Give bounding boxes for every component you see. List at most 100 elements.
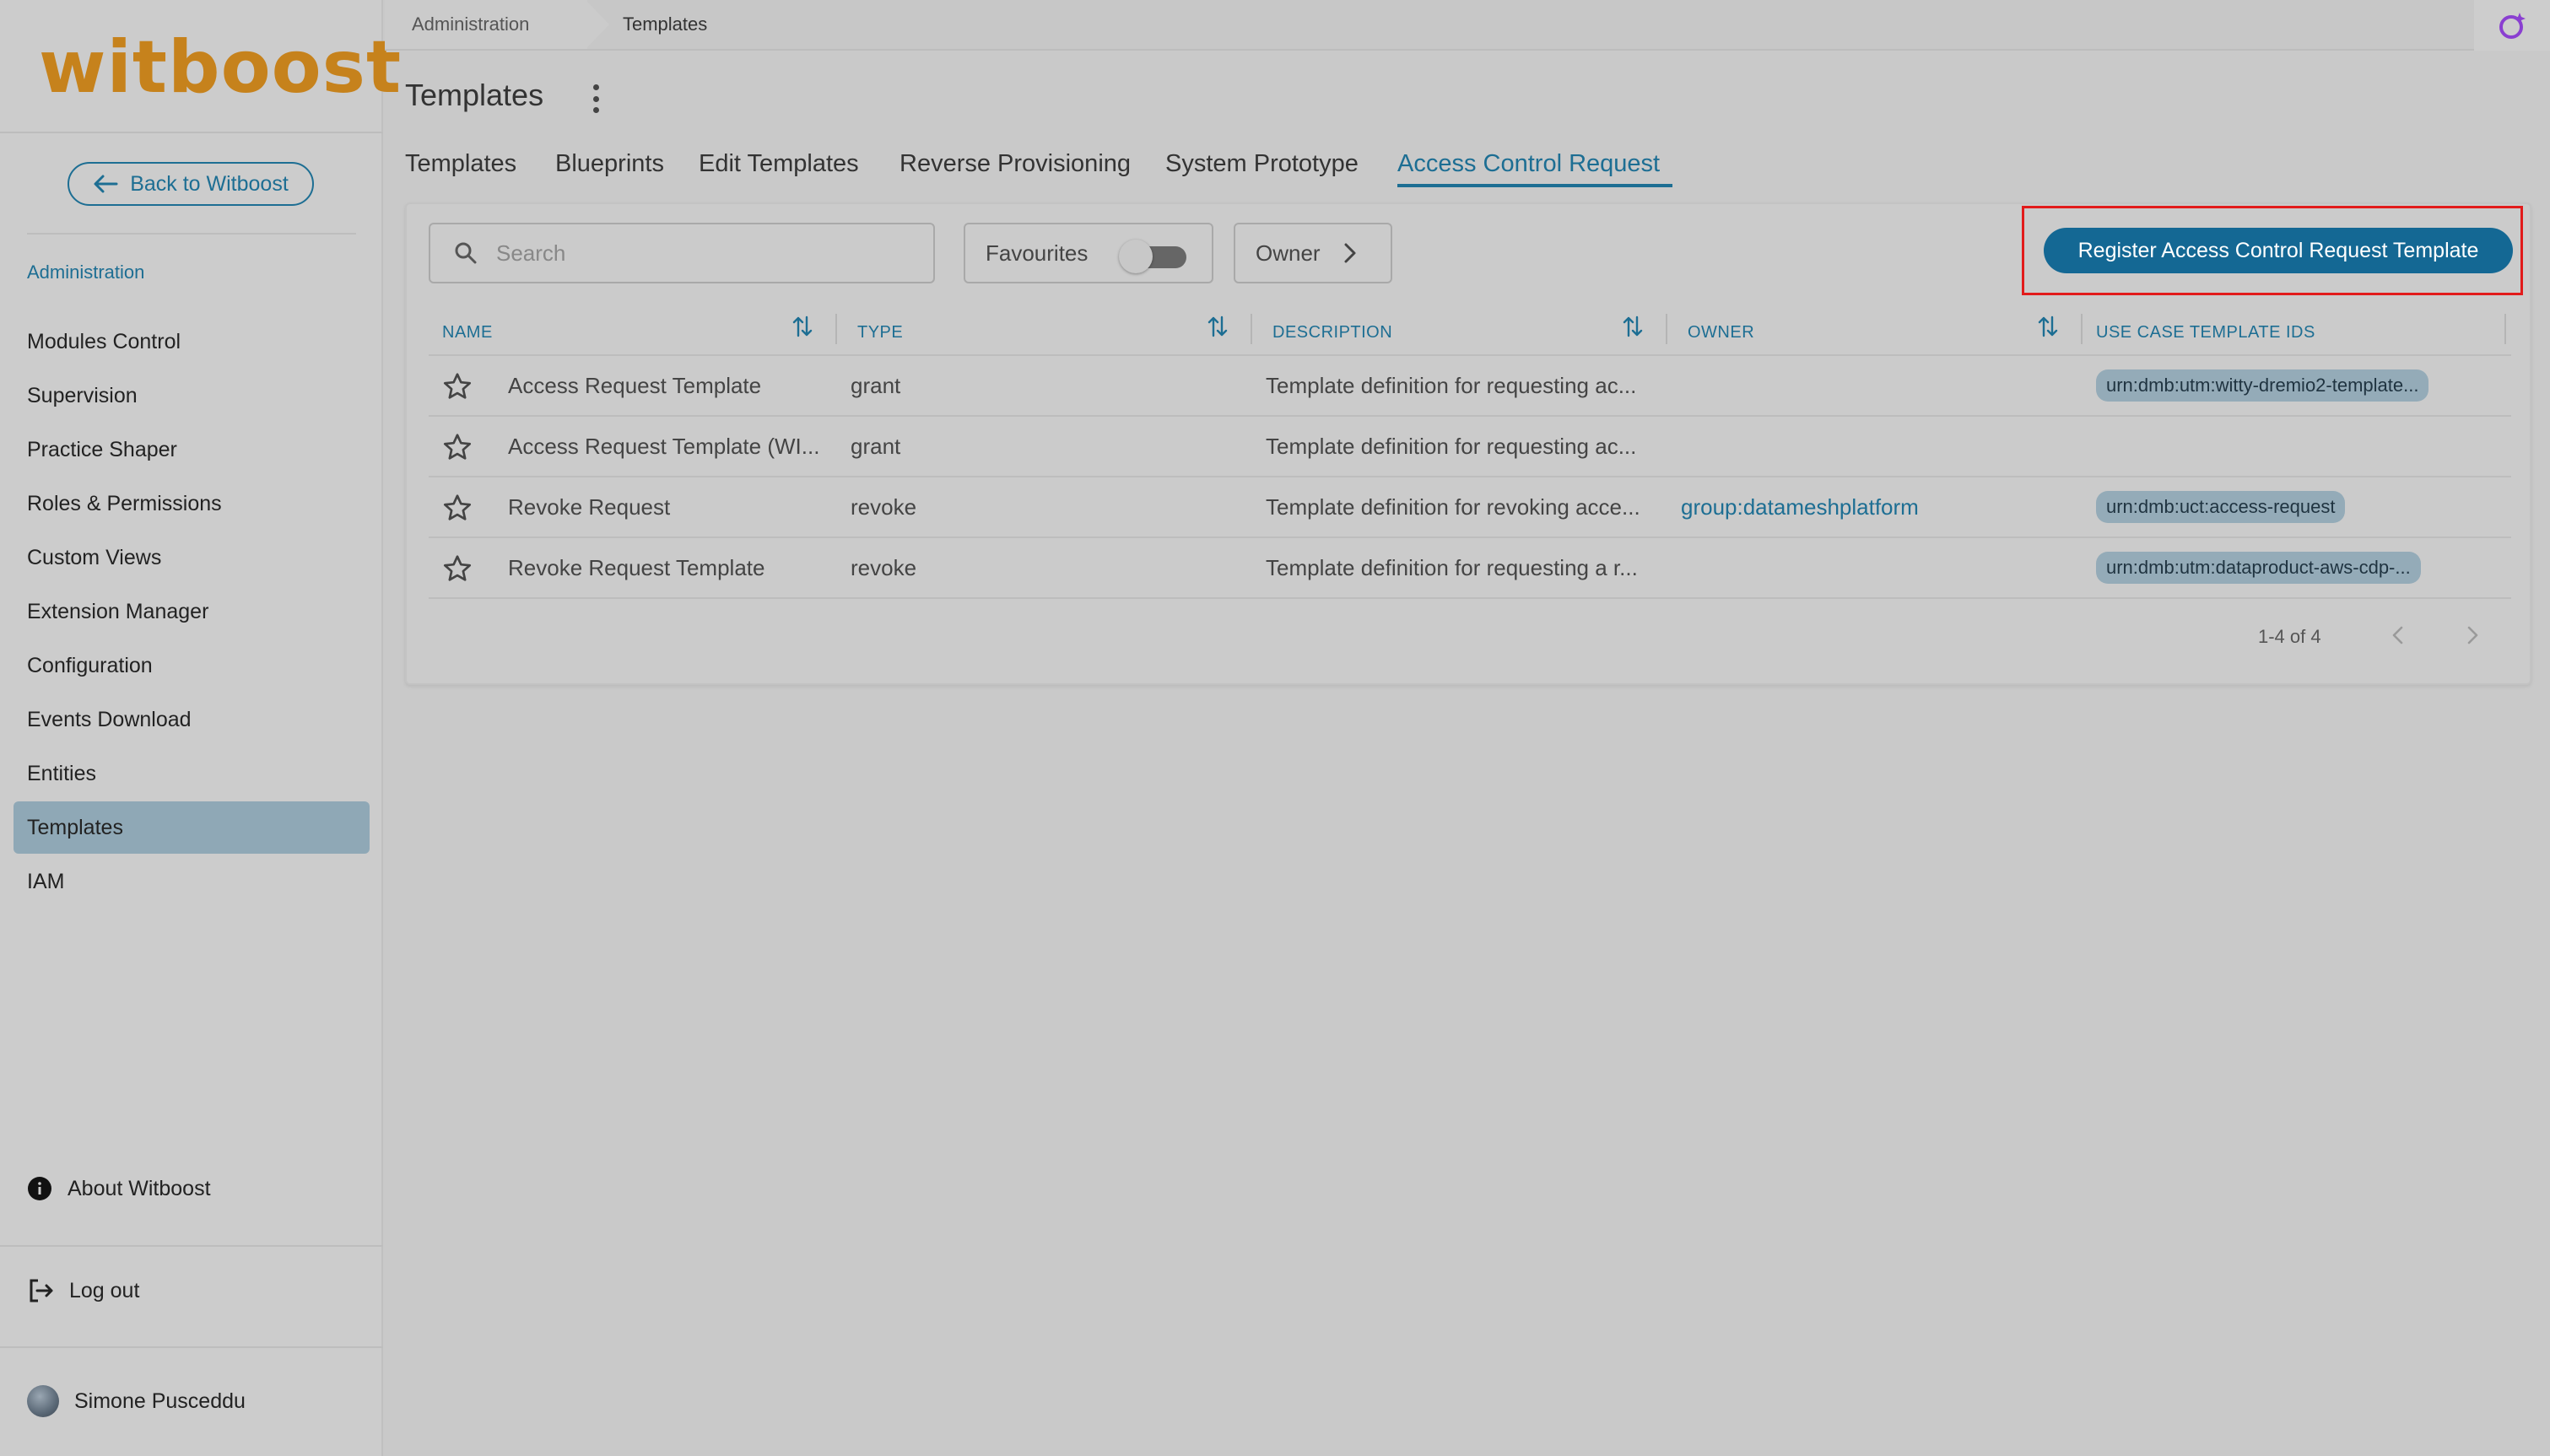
- use-case-id-chip[interactable]: urn:dmb:utm:dataproduct-aws-cdp-...: [2096, 552, 2421, 584]
- logo-text: witboost: [39, 25, 402, 110]
- sidebar-item-custom-views[interactable]: Custom Views: [14, 531, 370, 584]
- column-header-description[interactable]: DESCRIPTION: [1272, 315, 1392, 349]
- use-case-id-chip[interactable]: urn:dmb:utm:witty-dremio2-template...: [2096, 369, 2429, 402]
- owner-filter-button[interactable]: Owner: [1234, 223, 1392, 283]
- column-header-use-case-ids: USE CASE TEMPLATE IDS: [2096, 322, 2315, 342]
- sidebar-item-label: Extension Manager: [27, 599, 209, 623]
- column-header-type[interactable]: TYPE: [857, 315, 903, 349]
- breadcrumb-separator: [586, 0, 609, 49]
- sidebar-item-entities[interactable]: Entities: [14, 747, 370, 800]
- sidebar-item-templates[interactable]: Templates: [14, 801, 370, 854]
- column-header-owner[interactable]: OWNER: [1688, 315, 1754, 349]
- sidebar-divider: [0, 1245, 383, 1247]
- chevron-left-icon[interactable]: [2388, 623, 2408, 648]
- back-to-witboost-button[interactable]: Back to Witboost: [68, 162, 314, 206]
- sort-icon[interactable]: [1207, 314, 1229, 339]
- cell-description: Template definition for requesting ac...: [1266, 372, 1637, 398]
- star-icon[interactable]: [442, 432, 473, 462]
- sort-icon[interactable]: [2037, 314, 2059, 339]
- more-options-icon[interactable]: [591, 84, 601, 113]
- tab-edit-templates[interactable]: Edit Templates: [699, 150, 859, 178]
- tab-access-control-request[interactable]: Access Control Request: [1397, 150, 1660, 178]
- favourites-filter: Favourites: [964, 223, 1213, 283]
- breadcrumb-administration[interactable]: Administration: [385, 0, 587, 49]
- sidebar-item-extension-manager[interactable]: Extension Manager: [14, 585, 370, 638]
- sidebar-item-label: Events Download: [27, 707, 192, 731]
- table-row[interactable]: Access Request Template grant Template d…: [429, 356, 2511, 415]
- witboost-logo[interactable]: witboost: [39, 25, 401, 110]
- cell-owner[interactable]: [1681, 356, 2086, 415]
- about-witboost-link[interactable]: About Witboost: [27, 1176, 211, 1201]
- cell-use-case-ids: urn:dmb:utm:witty-dremio2-template...: [2096, 356, 2501, 415]
- column-separator: [2081, 314, 2083, 344]
- column-separator: [2504, 314, 2506, 344]
- cell-name: Revoke Request Template: [508, 554, 765, 580]
- breadcrumb-parent-label: Administration: [412, 13, 530, 35]
- assistant-icon: [2499, 13, 2526, 39]
- cell-type: revoke: [851, 493, 917, 520]
- sidebar-item-roles-permissions[interactable]: Roles & Permissions: [14, 477, 370, 530]
- tab-reverse-provisioning[interactable]: Reverse Provisioning: [900, 150, 1131, 178]
- sidebar-item-label: Roles & Permissions: [27, 491, 222, 515]
- sidebar-item-events-download[interactable]: Events Download: [14, 693, 370, 746]
- sidebar-item-practice-shaper[interactable]: Practice Shaper: [14, 423, 370, 476]
- cell-owner[interactable]: [1681, 538, 2086, 597]
- sidebar-item-supervision[interactable]: Supervision: [14, 369, 370, 422]
- sidebar-divider: [0, 132, 383, 133]
- sort-icon[interactable]: [1622, 314, 1644, 339]
- register-template-button[interactable]: Register Access Control Request Template: [2044, 228, 2513, 273]
- column-separator: [1251, 314, 1252, 344]
- owner-filter-label: Owner: [1256, 240, 1321, 266]
- tab-system-prototype[interactable]: System Prototype: [1165, 150, 1359, 178]
- star-icon[interactable]: [442, 371, 473, 402]
- user-profile[interactable]: Simone Pusceddu: [27, 1385, 246, 1417]
- sidebar-item-modules-control[interactable]: Modules Control: [14, 315, 370, 368]
- sidebar-divider: [0, 1346, 383, 1348]
- table-row[interactable]: Revoke Request Template revoke Template …: [429, 538, 2511, 597]
- cell-use-case-ids: [2096, 417, 2501, 476]
- use-case-id-chip[interactable]: urn:dmb:uct:access-request: [2096, 491, 2346, 523]
- column-separator: [835, 314, 837, 344]
- top-bar: Administration Templates: [385, 0, 2550, 51]
- table-row[interactable]: Revoke Request revoke Template definitio…: [429, 477, 2511, 537]
- arrow-left-icon: [94, 175, 118, 193]
- sort-icon[interactable]: [791, 314, 813, 339]
- cell-name: Access Request Template: [508, 372, 762, 398]
- star-icon[interactable]: [442, 553, 473, 584]
- star-icon[interactable]: [442, 493, 473, 523]
- back-button-label: Back to Witboost: [130, 171, 289, 196]
- chevron-right-icon[interactable]: [2462, 623, 2482, 648]
- toggle-thumb: [1119, 240, 1153, 273]
- tab-blueprints[interactable]: Blueprints: [555, 150, 664, 178]
- cell-type: revoke: [851, 554, 917, 580]
- cell-owner[interactable]: [1681, 417, 2086, 476]
- sidebar-item-label: Entities: [27, 761, 96, 785]
- search-placeholder: Search: [496, 240, 566, 266]
- column-header-name[interactable]: NAME: [442, 315, 493, 349]
- cell-owner[interactable]: group:datameshplatform: [1681, 477, 2086, 537]
- page-title: Templates: [405, 78, 544, 112]
- logout-link[interactable]: Log out: [27, 1277, 139, 1304]
- active-tab-indicator: [1397, 184, 1672, 187]
- user-name: Simone Pusceddu: [74, 1389, 246, 1413]
- templates-card: Search Favourites Owner Register Access …: [405, 202, 2531, 685]
- cell-description: Template definition for requesting a r..…: [1266, 554, 1638, 580]
- sidebar-item-label: Custom Views: [27, 545, 162, 569]
- pagination-range: 1-4 of 4: [2258, 626, 2321, 647]
- tab-templates[interactable]: Templates: [405, 150, 516, 178]
- avatar: [27, 1385, 59, 1417]
- sidebar: witboost Back to Witboost Administration…: [0, 0, 401, 1456]
- column-separator: [1666, 314, 1667, 344]
- table-row[interactable]: Access Request Template (WI... grant Tem…: [429, 417, 2511, 476]
- cell-use-case-ids: urn:dmb:utm:dataproduct-aws-cdp-...: [2096, 538, 2501, 597]
- sidebar-item-configuration[interactable]: Configuration: [14, 639, 370, 692]
- logout-label: Log out: [69, 1278, 140, 1302]
- assistant-button[interactable]: [2474, 0, 2550, 51]
- cell-use-case-ids: urn:dmb:uct:access-request: [2096, 477, 2501, 537]
- row-divider: [429, 597, 2511, 599]
- favourites-label: Favourites: [986, 240, 1089, 266]
- about-label: About Witboost: [68, 1176, 211, 1200]
- search-field[interactable]: Search: [429, 223, 935, 283]
- favourites-toggle[interactable]: [1119, 240, 1191, 273]
- sidebar-item-iam[interactable]: IAM: [14, 855, 370, 908]
